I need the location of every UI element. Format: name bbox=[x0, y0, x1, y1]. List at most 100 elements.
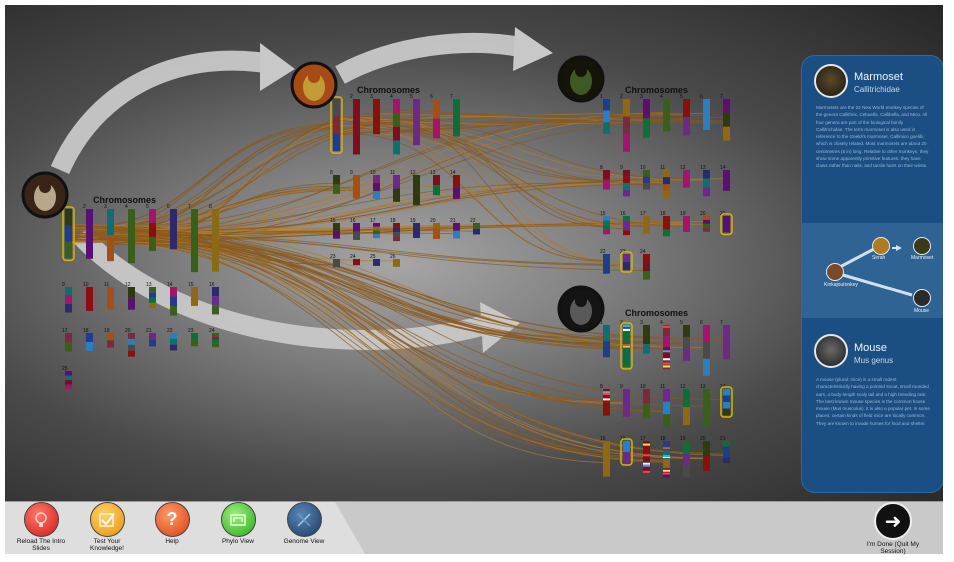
chromosome-number: 15 bbox=[330, 218, 336, 224]
chromosome[interactable]: 8 bbox=[600, 384, 610, 416]
chromosome[interactable]: 6 bbox=[700, 94, 710, 130]
chromosome[interactable]: 5 bbox=[680, 320, 690, 361]
chromosome-number: 11 bbox=[660, 384, 665, 390]
chromosome[interactable]: 10 bbox=[370, 170, 380, 200]
chromosome-number: 17 bbox=[370, 218, 376, 224]
marmoset-node[interactable] bbox=[913, 237, 931, 255]
chromosome[interactable]: 25 bbox=[370, 254, 380, 266]
chromosome[interactable]: 18 bbox=[83, 328, 93, 351]
synteny-link bbox=[336, 124, 647, 267]
chromosome[interactable]: 1 bbox=[62, 204, 75, 262]
help-label: Help bbox=[165, 538, 179, 545]
chromosome-number: 12 bbox=[680, 165, 686, 171]
evolution-arrow bbox=[72, 228, 488, 350]
sirrah-node[interactable] bbox=[872, 237, 890, 255]
chromosome-number: 15 bbox=[600, 436, 606, 442]
test-knowledge-button[interactable]: Test Your Knowledge! bbox=[77, 502, 137, 552]
chromosome[interactable]: 9 bbox=[620, 384, 630, 417]
synteny-link bbox=[68, 240, 627, 405]
chromosome-number: 6 bbox=[167, 204, 170, 210]
evolution-arrow bbox=[335, 32, 522, 84]
chromosome[interactable]: 21 bbox=[720, 211, 733, 236]
chromosome-number: 15 bbox=[600, 211, 606, 217]
chromosome[interactable]: 24 bbox=[640, 249, 650, 280]
chromosome[interactable]: 11 bbox=[104, 282, 114, 310]
chromosome-number: 18 bbox=[660, 211, 666, 217]
chromosome-number: 7 bbox=[188, 204, 191, 210]
bottom-toolbar: Reload The Intro Slides Test Your Knowle… bbox=[5, 501, 943, 555]
chromosome[interactable]: 9 bbox=[62, 282, 72, 313]
chromosome-number: 10 bbox=[370, 170, 376, 176]
chromosome[interactable]: 24 bbox=[350, 254, 360, 266]
genome-view-label: Genome View bbox=[283, 538, 325, 545]
chromosome-number: 20 bbox=[700, 436, 706, 442]
synteny-link bbox=[376, 120, 607, 261]
genome-view-button[interactable]: Genome View bbox=[274, 502, 334, 545]
chromosome[interactable]: 11 bbox=[660, 384, 670, 428]
tree-node-sirrah: Sirrah bbox=[872, 255, 886, 261]
chromosome-number: 13 bbox=[430, 170, 436, 176]
chromosome[interactable]: 8 bbox=[600, 165, 610, 190]
chromosome-number: 22 bbox=[600, 249, 606, 255]
chromosome-number: 14 bbox=[720, 165, 726, 171]
chromosome[interactable]: 10 bbox=[640, 384, 650, 419]
mouse-node[interactable] bbox=[913, 289, 931, 307]
chromosome[interactable]: 13 bbox=[700, 165, 710, 197]
im-done-label: I'm Done (Quit My Session) bbox=[866, 541, 920, 555]
chromosome-number: 4 bbox=[660, 94, 663, 100]
chromosome-number: 6 bbox=[700, 320, 703, 326]
chromosome[interactable]: 10 bbox=[83, 282, 93, 312]
chromosome-number: 4 bbox=[660, 320, 663, 326]
chromosome-number: 13 bbox=[146, 282, 152, 288]
phylo-view-button[interactable]: Phylo View bbox=[208, 502, 268, 545]
chromosome[interactable]: 14 bbox=[720, 165, 730, 191]
genome-canvas[interactable]: Chromosomes12345678910111213141516171819… bbox=[5, 5, 943, 501]
chromosome[interactable]: 22 bbox=[167, 328, 177, 351]
chromosome[interactable]: 19 bbox=[104, 328, 114, 348]
chromosome[interactable]: 13 bbox=[700, 384, 710, 427]
chromosome[interactable]: 23 bbox=[188, 328, 198, 347]
help-button[interactable]: ? Help bbox=[142, 502, 202, 545]
chromosome-number: 3 bbox=[640, 94, 643, 100]
chromosome-number: 19 bbox=[680, 211, 686, 217]
chromosome[interactable]: 16 bbox=[350, 218, 360, 240]
chromosome[interactable]: 23 bbox=[620, 249, 633, 273]
marmoset-subtitle: Callitrichidae bbox=[854, 85, 900, 94]
checklist-icon bbox=[89, 502, 125, 537]
chromosome-number: 16 bbox=[209, 282, 215, 288]
chromosome-number: 13 bbox=[700, 384, 706, 390]
chromosome[interactable]: 25 bbox=[62, 366, 72, 390]
chromosome[interactable]: 19 bbox=[680, 436, 690, 478]
phylo-mini-tree[interactable]: Kinkajoutonkey Sirrah Marmoset Mouse bbox=[802, 223, 943, 318]
chromosome-number: 2 bbox=[83, 204, 86, 210]
chromosome[interactable]: 17 bbox=[62, 328, 72, 352]
chromosome-number: 12 bbox=[680, 384, 686, 390]
chromosome-number: 24 bbox=[640, 249, 646, 255]
chromosome[interactable]: 4 bbox=[390, 94, 400, 155]
arrow-head bbox=[513, 27, 553, 71]
chromosome[interactable]: 21 bbox=[720, 436, 730, 464]
chromosome-number: 16 bbox=[620, 211, 626, 217]
chromosome[interactable]: 12 bbox=[680, 384, 690, 426]
chromosome-number: 10 bbox=[640, 165, 646, 171]
chromosome[interactable]: 4 bbox=[660, 320, 670, 370]
chromosome[interactable]: 24 bbox=[209, 328, 219, 348]
phylo-view-label: Phylo View bbox=[221, 538, 255, 545]
chromosome-number: 5 bbox=[680, 320, 683, 326]
kinkajou-node[interactable] bbox=[826, 263, 844, 281]
tree-icon bbox=[220, 502, 256, 537]
chromosome-number: 11 bbox=[660, 165, 665, 171]
chromosome[interactable]: 14 bbox=[720, 384, 733, 418]
chromosome[interactable]: 11 bbox=[660, 165, 670, 199]
reload-intro-button[interactable]: Reload The Intro Slides bbox=[11, 502, 71, 552]
im-done-button[interactable]: ➜ I'm Done (Quit My Session) bbox=[855, 502, 931, 555]
chromosome-number: 4 bbox=[390, 94, 393, 100]
chromosome-number: 22 bbox=[470, 218, 476, 224]
chromosome[interactable]: 12 bbox=[680, 165, 690, 188]
chromosome-number: 7 bbox=[450, 94, 453, 100]
chromosome[interactable]: 2 bbox=[350, 94, 360, 155]
chromosome-number: 6 bbox=[430, 94, 433, 100]
chromosome[interactable]: 20 bbox=[125, 328, 135, 357]
chromosome[interactable]: 21 bbox=[146, 328, 156, 347]
chromosome-number: 12 bbox=[410, 170, 416, 176]
